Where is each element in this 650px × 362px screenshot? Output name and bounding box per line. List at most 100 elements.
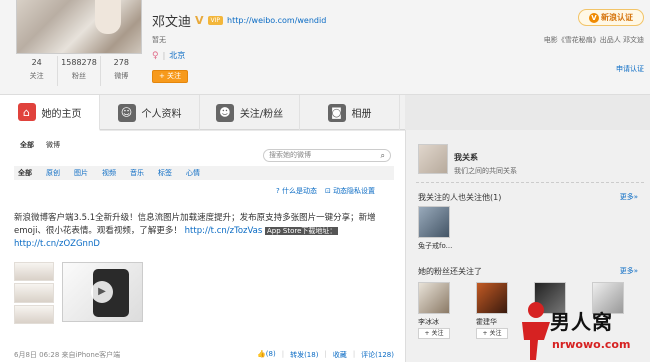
stat-following[interactable]: 24 关注: [16, 56, 59, 86]
camera-icon: ◙: [327, 103, 346, 122]
apply-verify-link[interactable]: 申请认证: [616, 64, 644, 74]
watermark-text: 男人窝: [550, 310, 613, 334]
divider: |: [281, 350, 285, 358]
users-icon: ☻: [215, 103, 234, 122]
tab-album[interactable]: ◙ 相册: [300, 95, 400, 130]
stat-number: 1588278: [61, 58, 97, 67]
relationship-card: 我关系 我们之间的共同关系: [418, 144, 648, 180]
follow-button[interactable]: + 关注: [152, 70, 188, 83]
thumbnail-image[interactable]: [14, 304, 54, 324]
thumb-up-icon: 👍: [257, 350, 266, 358]
post-source[interactable]: 来自iPhone客户端: [62, 351, 121, 359]
profile-header: 24 关注 1588278 粉丝 278 微博 邓文迪 V VIP http:/…: [0, 0, 650, 95]
tab-label: 相册: [351, 109, 372, 120]
tab-follow-fans[interactable]: ☻ 关注/粉丝: [200, 95, 300, 130]
feed-subtabs: 全部 微博: [20, 140, 60, 150]
verify-description: 电影《雪花秘扇》出品人 邓文迪: [543, 36, 644, 44]
video-thumbnail[interactable]: ▶: [62, 262, 143, 322]
profile-url-link[interactable]: http://weibo.com/wendid: [227, 16, 326, 25]
post-thumbnails[interactable]: [14, 262, 54, 324]
avatar-face: [95, 0, 121, 34]
common-follow-title: 我关注的人也关注他(1): [418, 193, 502, 202]
user-icon: ☺: [117, 103, 136, 122]
stat-number: 278: [113, 58, 129, 67]
stat-label: 关注: [29, 72, 44, 80]
profile-avatar[interactable]: [16, 0, 142, 54]
common-follow-name[interactable]: 兔子戒fo...: [418, 241, 452, 251]
search-icon[interactable]: ⌕: [381, 150, 385, 161]
female-icon: ♀: [152, 50, 159, 61]
relationship-title: 我关系: [454, 153, 478, 162]
vip-badge[interactable]: VIP: [207, 16, 224, 25]
common-follow-avatar[interactable]: [418, 206, 450, 238]
favorite-button[interactable]: 收藏: [333, 350, 347, 360]
like-button[interactable]: 👍(8): [257, 350, 276, 360]
fan-avatar[interactable]: [476, 282, 508, 314]
watermark-url: nrwowo.com: [552, 338, 631, 351]
profile-tabs: ⌂ 她的主页 ☺ 个人资料 ☻ 关注/粉丝 ◙ 相册: [0, 95, 405, 131]
repost-button[interactable]: 转发(18): [290, 350, 318, 360]
filter-all[interactable]: 全部: [18, 168, 32, 178]
thumbnail-image[interactable]: [14, 262, 54, 282]
tab-home[interactable]: ⌂ 她的主页: [0, 95, 100, 131]
filter-videos[interactable]: 视频: [102, 168, 116, 178]
post-footer: 6月8日 06:28 来自iPhone客户端 👍(8) | 转发(18) | 收…: [14, 350, 394, 360]
feed-help-links: ? 什么是动态 ⊡ 动态隐私设置: [276, 186, 375, 196]
tab-label: 她的主页: [41, 108, 82, 120]
search-placeholder: 搜索她的微博: [269, 151, 311, 159]
feed-panel: 全部 微博 搜索她的微博 ⌕ 全部 原创 图片 视频 音乐 标签 心情 ? 什么…: [0, 131, 405, 362]
filter-original[interactable]: 原创: [46, 168, 60, 178]
fans-also-follow-more-link[interactable]: 更多»: [620, 266, 638, 276]
thumbnail-image[interactable]: [14, 283, 54, 303]
filter-pictures[interactable]: 图片: [74, 168, 88, 178]
fan-name[interactable]: 霍建华: [476, 317, 497, 327]
tab-profile-info[interactable]: ☺ 个人资料: [100, 95, 200, 130]
fan-follow-button[interactable]: + 关注: [476, 328, 508, 339]
what-is-feed-link[interactable]: ? 什么是动态: [276, 186, 317, 196]
feed-privacy-link[interactable]: ⊡ 动态隐私设置: [325, 186, 375, 196]
stat-weibo[interactable]: 278 微博: [101, 56, 142, 86]
fan-follow-button[interactable]: + 关注: [418, 328, 450, 339]
location-link[interactable]: 北京: [169, 50, 185, 61]
site-watermark: 男人窝 nrwowo.com: [512, 300, 650, 362]
subtab-all[interactable]: 全部: [20, 140, 34, 150]
profile-intro: 暂无: [152, 36, 166, 44]
fan-name[interactable]: 李冰冰: [418, 317, 439, 327]
lock-icon: ⊡: [324, 187, 331, 195]
sina-verify-button[interactable]: V 新浪认证: [578, 9, 644, 26]
verify-label: 新浪认证: [601, 13, 633, 22]
home-icon: ⌂: [17, 103, 36, 121]
verify-v-icon: V: [589, 12, 599, 23]
divider: |: [352, 350, 356, 358]
stat-number: 24: [31, 58, 42, 67]
filter-music[interactable]: 音乐: [130, 168, 144, 178]
play-icon[interactable]: ▶: [91, 281, 113, 303]
subtab-weibo[interactable]: 微博: [46, 140, 60, 150]
feed-search-input[interactable]: 搜索她的微博 ⌕: [263, 149, 391, 162]
fan-avatar[interactable]: [418, 282, 450, 314]
post-content: 新浪微博客户端3.5.1全新升级！信息流图片加载速度提升；发布原支持多张图片一键…: [14, 212, 406, 251]
verified-badge-icon[interactable]: V: [195, 14, 204, 27]
question-icon: ?: [276, 187, 280, 195]
common-follow-more-link[interactable]: 更多»: [620, 192, 638, 202]
tab-label: 关注/粉丝: [239, 109, 284, 120]
stat-label: 粉丝: [71, 72, 86, 80]
post-link[interactable]: http://t.cn/zTozVas: [185, 226, 263, 236]
filter-mood[interactable]: 心情: [186, 168, 200, 178]
post-time[interactable]: 6月8日 06:28: [14, 351, 59, 359]
comment-button[interactable]: 评论(128): [361, 350, 394, 360]
stat-label: 微博: [114, 72, 129, 80]
filter-tags[interactable]: 标签: [158, 168, 172, 178]
fans-also-follow-title: 她的粉丝还关注了: [418, 267, 482, 276]
post-actions: 👍(8) | 转发(18) | 收藏 | 评论(128): [257, 350, 394, 360]
divider: |: [324, 350, 327, 358]
stat-fans[interactable]: 1588278 粉丝: [58, 56, 101, 86]
profile-stats: 24 关注 1588278 粉丝 278 微博: [16, 56, 142, 86]
relationship-subtitle: 我们之间的共同关系: [454, 167, 517, 175]
like-count: (8): [265, 350, 276, 358]
post-link[interactable]: http://t.cn/zOZGnnD: [14, 239, 100, 249]
relation-avatar[interactable]: [418, 144, 448, 174]
app-store-tag: App Store下载地址：: [265, 227, 339, 235]
feed-filter-bar: 全部 原创 图片 视频 音乐 标签 心情: [14, 166, 394, 180]
link-label: 什么是动态: [281, 187, 317, 195]
